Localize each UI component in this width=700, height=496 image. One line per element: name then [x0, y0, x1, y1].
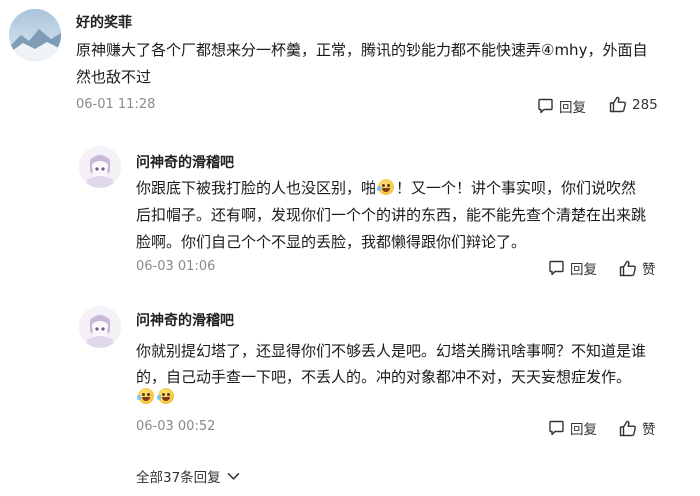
emoji-row — [136, 387, 176, 405]
laugh-cry-emoji-icon — [137, 388, 154, 404]
reply-button-label: 回复 — [570, 262, 597, 278]
reply-text-line-1: 你跟底下被我打脸的人也没区别，啪 ！又一个！讲个事实呗，你们说吹然 — [136, 175, 636, 202]
reply-text-line-2: 的，自己动手查一下吧，不丢人的。冲的对象都冲不对，天天妄想症发作。 — [136, 368, 632, 386]
avatar-image — [79, 306, 121, 348]
reply-button[interactable]: 回复 — [548, 418, 597, 438]
reply-text-line-1: 你就别提幻塔了，还显得你们不够丢人是吧。幻塔关腾讯啥事啊？不知道是谁 — [136, 342, 647, 360]
avatar[interactable] — [79, 306, 121, 348]
like-button[interactable]: 赞 — [619, 418, 656, 438]
thumbs-up-icon — [609, 96, 626, 113]
like-count: 285 — [632, 96, 658, 113]
comment-username[interactable]: 好的奖菲 — [76, 12, 132, 32]
laugh-cry-emoji-icon — [157, 388, 174, 404]
reply-text-segment: ！又一个！讲个事实呗，你们说吹然 — [396, 179, 637, 197]
reply-item: 问神奇的滑稽吧 你就别提幻塔了，还显得你们不够丢人是吧。幻塔关腾讯啥事啊？不知道… — [0, 300, 700, 450]
avatar[interactable] — [9, 9, 61, 61]
avatar-image — [79, 146, 121, 188]
reply-button-label: 回复 — [559, 100, 586, 116]
reply-text-line-3: 脸啊。你们自己个个不显的丢脸，我都懒得跟你们辩论了。 — [136, 233, 527, 251]
reply-text-segment: 你跟底下被我打脸的人也没区别，啪 — [136, 179, 377, 197]
comment-text-line-1: 原神赚大了各个厂都想来分一杯羹，正常，腾讯的钞能力都不能快速弄④mhy，外面自 — [76, 41, 648, 59]
top-comment: 好的奖菲 原神赚大了各个厂都想来分一杯羹，正常，腾讯的钞能力都不能快速弄④mhy… — [0, 0, 700, 132]
like-label: 赞 — [642, 262, 656, 278]
reply-button-label: 回复 — [570, 422, 597, 438]
thumbs-up-icon — [619, 420, 636, 436]
reply-username[interactable]: 问神奇的滑稽吧 — [136, 310, 234, 330]
comment-bubble-icon — [538, 98, 553, 114]
avatar-image — [9, 9, 61, 61]
chevron-down-icon — [227, 472, 239, 480]
reply-button[interactable]: 回复 — [537, 96, 586, 116]
view-all-replies-label: 全部37条回复 — [136, 470, 221, 486]
like-button[interactable]: 赞 — [619, 258, 656, 278]
laugh-cry-emoji-icon — [377, 179, 395, 195]
comment-bubble-icon — [549, 260, 564, 276]
comment-bubble-icon — [549, 420, 564, 436]
like-label: 赞 — [642, 422, 656, 438]
reply-timestamp: 06-03 01:06 — [136, 259, 216, 274]
reply-timestamp: 06-03 00:52 — [136, 419, 216, 434]
reply-text-line-2: 后扣帽子。还有啊，发现你们一个个的讲的东西，能不能先查个清楚在出来跳 — [136, 206, 647, 224]
reply-username[interactable]: 问神奇的滑稽吧 — [136, 152, 234, 172]
like-button[interactable]: 285 — [609, 96, 658, 113]
reply-button[interactable]: 回复 — [548, 258, 597, 278]
comment-text-line-2: 然也敌不过 — [76, 68, 152, 86]
avatar[interactable] — [79, 146, 121, 188]
view-all-replies-button[interactable]: 全部37条回复 — [136, 466, 240, 486]
thumbs-up-icon — [619, 260, 636, 276]
reply-item: 问神奇的滑稽吧 你跟底下被我打脸的人也没区别，啪 ！又一个！讲个事实呗，你们说吹然… — [0, 140, 700, 290]
comment-timestamp: 06-01 11:28 — [76, 97, 156, 112]
